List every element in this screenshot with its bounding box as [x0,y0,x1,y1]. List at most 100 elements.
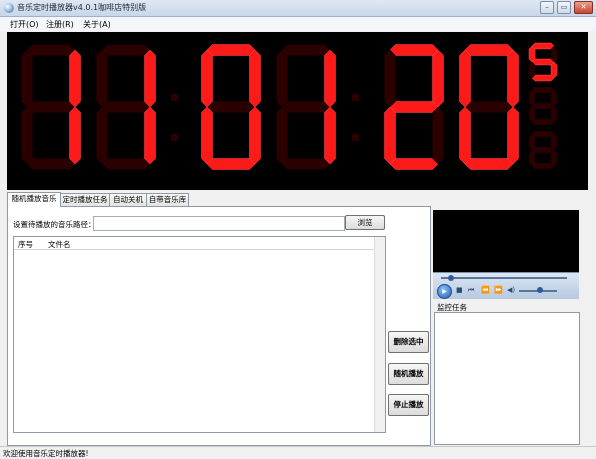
clock-second-tens-segment-a [389,44,439,56]
clock-second-ones-segment-g [464,101,514,113]
seek-bar[interactable] [441,277,567,279]
clock-minute-ones-segment-f [276,49,288,108]
player-controls: ▶ ■ ⏮ ⏪ ⏩ ◀) [433,272,579,299]
tab-music-library[interactable]: 自带音乐库 [146,193,189,206]
close-icon[interactable]: ✕ [574,1,593,14]
clock-minute-tens-segment-g [206,101,256,113]
tab-random-play[interactable]: 随机播放音乐 [7,192,61,207]
clock-second-tens-segment-d [389,158,439,170]
clock-second-ones [459,44,519,170]
clock-minute-tens-segment-e [201,106,213,165]
menu-about[interactable]: 关于(A) [83,19,111,30]
clock-display [7,32,588,190]
clock-second-tens-segment-g [389,101,439,113]
clock-hour-tens-segment-a [26,44,76,56]
clock-sub-digit-2-segment-d [531,162,555,170]
maximize-icon[interactable]: ▭ [557,1,571,14]
music-path-label: 设置待播放的音乐路径： [13,220,96,229]
seek-thumb[interactable] [448,275,455,281]
clock-minute-tens [201,44,261,170]
clock-hour-ones-segment-f [96,49,108,108]
clock-sub-digit-0-segment-c [550,61,558,79]
tab-scheduled-play[interactable]: 定时播放任务 [60,193,110,206]
video-area [433,210,579,272]
clock-hour-tens-segment-e [21,106,33,165]
clock-hour-tens [21,44,81,170]
stop-icon[interactable]: ■ [456,286,463,295]
volume-icon[interactable]: ◀) [507,286,515,295]
list-header: 序号 文件名 [14,237,374,250]
status-bar: 欢迎使用音乐定时播放器! [0,446,596,458]
clock-sub-digit-1-segment-e [528,105,536,123]
previous-icon[interactable]: ⏮ [468,286,474,295]
menu-open[interactable]: 打开(O) [10,19,39,30]
clock-sub-digit-0-segment-b [550,45,558,63]
window-title: 音乐定时播放器v4.0.1咖啡店特别版 [17,3,147,12]
menu-register[interactable]: 注册(R) [46,19,74,30]
clock-minute-tens-segment-f [201,49,213,108]
tab-auto-shutdown[interactable]: 自动关机 [109,193,147,206]
fast-forward-icon[interactable]: ⏩ [494,286,503,295]
clock-hour-tens-segment-g [26,101,76,113]
clock-sub-digit-2-segment-b [550,133,558,151]
clock-minute-ones-segment-d [281,158,331,170]
title-bar: 音乐定时播放器v4.0.1咖啡店特别版 – ▭ ✕ [0,0,596,17]
play-icon[interactable]: ▶ [437,284,452,299]
app-icon [4,3,14,13]
clock-minute-tens-segment-a [206,44,256,56]
clock-hour-tens-segment-d [26,158,76,170]
clock-sub-digit-1-segment-g [531,102,555,110]
clock-hour-tens-segment-b [69,49,81,108]
clock-second-tens [384,44,444,170]
clock-colon-2-dot-1 [352,134,359,141]
file-list[interactable]: 序号 文件名 [13,236,386,433]
rewind-icon[interactable]: ⏪ [481,286,490,295]
clock-sub-digit-0 [528,42,558,82]
volume-thumb[interactable] [536,287,543,293]
clock-minute-ones [276,44,336,170]
clock-colon-1-dot-1 [171,134,178,141]
column-index[interactable]: 序号 [18,239,33,250]
clock-second-tens-segment-e [384,106,396,165]
clock-sub-digit-0-segment-e [528,61,536,79]
clock-sub-digit-0-segment-g [531,58,555,66]
clock-second-tens-segment-f [384,49,396,108]
browse-button[interactable]: 浏览 [345,215,385,230]
music-path-input[interactable] [93,216,345,231]
clock-minute-ones-segment-g [281,101,331,113]
clock-colon-1-dot-0 [171,94,178,101]
clock-minute-ones-segment-e [276,106,288,165]
clock-hour-ones [96,44,156,170]
clock-sub-digit-1-segment-b [550,89,558,107]
clock-minute-ones-segment-a [281,44,331,56]
clock-sub-digit-1 [528,86,558,126]
clock-minute-tens-segment-c [249,106,261,165]
clock-hour-ones-segment-g [101,101,151,113]
delete-selected-button[interactable]: 删除选中 [388,331,429,353]
column-filename[interactable]: 文件名 [48,239,71,250]
clock-colon-2-dot-0 [352,94,359,101]
stop-play-button[interactable]: 停止播放 [388,394,429,416]
minimize-icon[interactable]: – [540,1,554,14]
clock-minute-tens-segment-b [249,49,261,108]
list-scrollbar[interactable] [374,237,385,432]
clock-second-ones-segment-a [464,44,514,56]
clock-second-ones-segment-b [507,49,519,108]
clock-hour-ones-segment-a [101,44,151,56]
clock-sub-digit-1-segment-a [531,86,555,94]
clock-minute-tens-segment-d [206,158,256,170]
clock-hour-ones-segment-e [96,106,108,165]
clock-second-ones-segment-d [464,158,514,170]
clock-minute-ones-segment-c [324,106,336,165]
clock-sub-digit-1-segment-c [550,105,558,123]
clock-sub-digit-2-segment-a [531,130,555,138]
random-play-button[interactable]: 随机播放 [388,363,429,385]
clock-sub-digit-2-segment-e [528,149,536,167]
clock-sub-digit-2-segment-f [528,133,536,151]
status-text: 欢迎使用音乐定时播放器! [3,449,89,458]
clock-minute-ones-segment-b [324,49,336,108]
clock-second-tens-segment-b [432,49,444,108]
clock-sub-digit-2-segment-c [550,149,558,167]
clock-sub-digit-1-segment-f [528,89,536,107]
monitor-tasks-list[interactable] [434,312,580,445]
